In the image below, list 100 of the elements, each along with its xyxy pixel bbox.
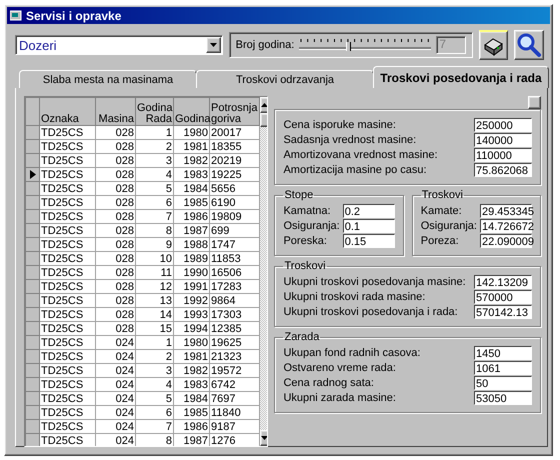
column-header[interactable]: Godina Rada xyxy=(136,98,174,126)
value-field[interactable]: 1061 xyxy=(474,361,532,375)
table-cell: 028 xyxy=(96,182,136,196)
column-header[interactable]: Godina xyxy=(174,98,210,126)
table-cell: 024 xyxy=(96,336,136,350)
table-cell: 1980 xyxy=(174,126,210,140)
years-slider[interactable] xyxy=(299,38,432,52)
table-cell: 4 xyxy=(136,168,174,182)
table-cell: 12 xyxy=(136,280,174,294)
table-cell: 028 xyxy=(96,168,136,182)
table-cell: 8 xyxy=(136,224,174,238)
table-cell: TD25CS xyxy=(40,392,96,406)
table-cell: TD25CS xyxy=(40,238,96,252)
table-cell: 028 xyxy=(96,196,136,210)
table-cell: 1 xyxy=(136,126,174,140)
value-field[interactable]: 142.13209 xyxy=(474,275,532,289)
table-cell: TD25CS xyxy=(40,294,96,308)
table-cell: TD25CS xyxy=(40,378,96,392)
search-button[interactable] xyxy=(514,30,544,60)
table-cell: 028 xyxy=(96,294,136,308)
table-cell: TD25CS xyxy=(40,364,96,378)
table-cell: TD25CS xyxy=(40,252,96,266)
field-label: Ukupni troskovi posedovanja i rada: xyxy=(283,306,458,318)
table-cell: TD25CS xyxy=(40,336,96,350)
value-field[interactable]: 14.726672 xyxy=(480,219,532,233)
slider-thumb[interactable] xyxy=(346,42,352,51)
table-cell: 3 xyxy=(136,364,174,378)
table-cell: 028 xyxy=(96,210,136,224)
table-cell: 028 xyxy=(96,154,136,168)
field-label: Ukupni troskovi posedovanja masine: xyxy=(283,276,466,288)
value-field[interactable]: 0.2 xyxy=(342,204,395,218)
table-cell: 13 xyxy=(136,294,174,308)
table-cell: 1994 xyxy=(174,322,210,336)
tab[interactable]: Troskovi posedovanja i rada xyxy=(373,66,549,88)
search-icon xyxy=(516,32,542,58)
value-field[interactable]: 110000 xyxy=(474,148,532,162)
table-cell: TD25CS xyxy=(40,140,96,154)
value-field[interactable]: 50 xyxy=(474,376,532,390)
value-field[interactable]: 1450 xyxy=(474,346,532,360)
field-label: Amortizacija masine po casu: xyxy=(283,164,427,176)
printer-icon xyxy=(482,36,504,56)
row-selector[interactable] xyxy=(26,168,40,182)
table-cell: TD25CS xyxy=(40,168,96,182)
table-cell: 028 xyxy=(96,308,136,322)
table-cell: TD25CS xyxy=(40,434,96,446)
table-cell: TD25CS xyxy=(40,154,96,168)
table-cell: TD25CS xyxy=(40,182,96,196)
value-field[interactable]: 22.090009 xyxy=(480,234,532,248)
field-label: Kamatna: xyxy=(283,205,331,217)
field-label: Kamate: xyxy=(420,205,462,217)
table-cell: 1986 xyxy=(174,420,210,434)
table-cell: TD25CS xyxy=(40,266,96,280)
table-cell: 1987 xyxy=(174,224,210,238)
tab[interactable]: Slaba mesta na masinama xyxy=(19,70,197,88)
value-field[interactable]: 570142.13 xyxy=(474,305,532,319)
table-cell: 11 xyxy=(136,266,174,280)
value-field[interactable]: 0.15 xyxy=(342,234,395,248)
value-field[interactable]: 0.1 xyxy=(342,219,395,233)
table-cell: 028 xyxy=(96,238,136,252)
table-cell: 1988 xyxy=(174,238,210,252)
group-title: Troskovi xyxy=(283,260,327,272)
value-field[interactable]: 570000 xyxy=(474,290,532,304)
print-button[interactable] xyxy=(478,30,508,60)
scroll-thumb[interactable] xyxy=(260,113,268,127)
value-field[interactable]: 53050 xyxy=(474,391,532,405)
column-header[interactable]: Potrosnja goriva xyxy=(210,98,260,126)
scrollbar[interactable] xyxy=(260,97,268,446)
table-cell: 2 xyxy=(136,140,174,154)
value-field[interactable]: 140000 xyxy=(474,133,532,147)
table-cell: 028 xyxy=(96,140,136,154)
table-cell: 024 xyxy=(96,350,136,364)
value-field[interactable]: 29.453345 xyxy=(480,204,532,218)
table-cell: 028 xyxy=(96,252,136,266)
table-cell: 5 xyxy=(136,182,174,196)
table-cell: 024 xyxy=(96,364,136,378)
tab[interactable]: Troskovi odrzavanja xyxy=(196,70,374,88)
category-dropdown[interactable]: Dozeri xyxy=(15,35,223,55)
value-field[interactable]: 250000 xyxy=(474,118,532,132)
table-cell: 7 xyxy=(136,210,174,224)
table-cell: TD25CS xyxy=(40,224,96,238)
table-cell: 1984 xyxy=(174,392,210,406)
column-header[interactable]: Oznaka xyxy=(40,98,96,126)
years-label: Broj godina: xyxy=(236,39,294,51)
table-cell: TD25CS xyxy=(40,126,96,140)
table-cell: 028 xyxy=(96,266,136,280)
small-button[interactable] xyxy=(528,96,541,109)
table-cell: 028 xyxy=(96,126,136,140)
table-cell: 1983 xyxy=(174,378,210,392)
table-cell: 1 xyxy=(136,336,174,350)
table-cell: 1983 xyxy=(174,168,210,182)
table-cell: 3 xyxy=(136,154,174,168)
table-cell: 028 xyxy=(96,322,136,336)
column-header[interactable]: Masina xyxy=(96,98,136,126)
field-label: Ukupni troskovi rada masine: xyxy=(283,291,426,303)
field-label: Sadasnja vrednost masine: xyxy=(283,134,416,146)
table-cell: TD25CS xyxy=(40,350,96,364)
table-cell: 15 xyxy=(136,322,174,336)
scroll-up-icon xyxy=(261,103,268,107)
group-title: Troskovi xyxy=(420,189,464,201)
value-field[interactable]: 75.862068 xyxy=(474,163,532,177)
